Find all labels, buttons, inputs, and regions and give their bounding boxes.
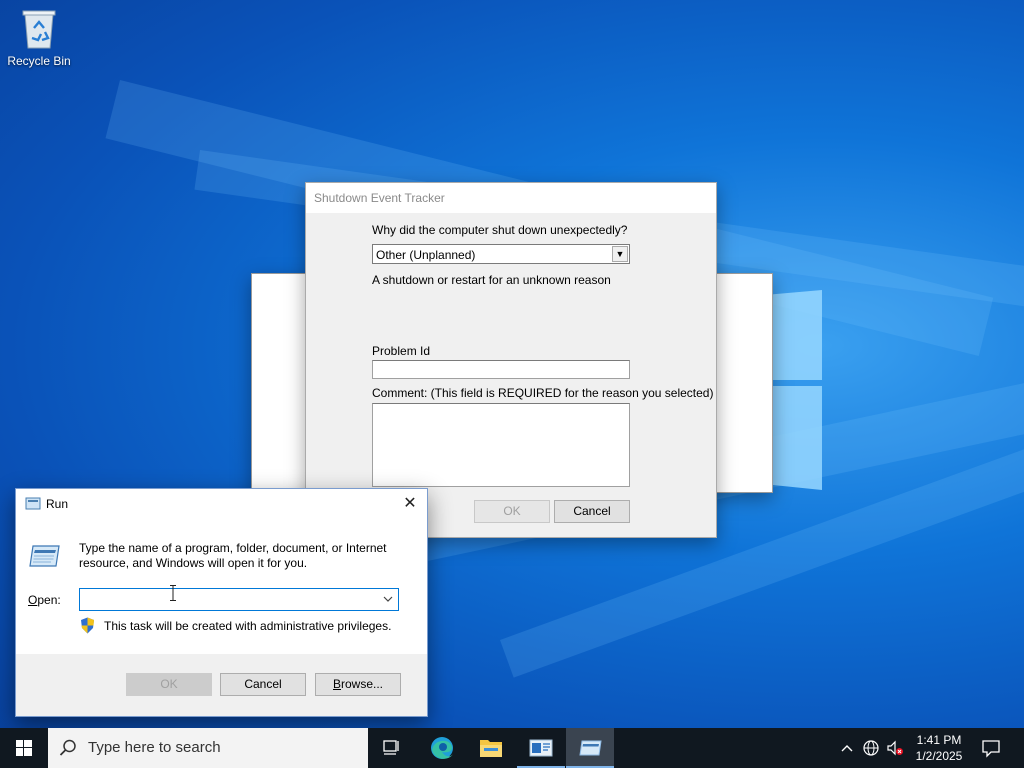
taskbar-clock[interactable]: 1:41 PM 1/2/2025 (908, 732, 970, 764)
run-taskbar-button[interactable] (566, 728, 614, 768)
file-explorer-icon (480, 740, 502, 757)
chevron-up-icon[interactable] (837, 738, 857, 758)
windows-start-icon (16, 740, 32, 756)
reason-description: A shutdown or restart for an unknown rea… (372, 273, 611, 287)
run-footer: OK Cancel Browse... (16, 654, 427, 716)
shutdown-tracker-title: Shutdown Event Tracker (314, 191, 445, 205)
shutdown-ok-button[interactable]: OK (474, 500, 550, 523)
comment-label: Comment: (This field is REQUIRED for the… (372, 386, 714, 400)
browse-label-rest: rowse... (341, 677, 384, 691)
recycle-bin-icon (21, 8, 57, 50)
text-cursor-icon (170, 585, 176, 601)
problem-id-label: Problem Id (372, 344, 431, 358)
run-program-icon (29, 543, 61, 569)
open-combobox[interactable] (79, 588, 399, 611)
open-label-rest: pen: (37, 593, 61, 607)
clock-time: 1:41 PM (916, 733, 962, 747)
open-label-mnemonic: O (28, 593, 38, 607)
clock-date: 1/2/2025 (915, 749, 963, 763)
chevron-down-icon[interactable] (382, 592, 394, 606)
task-view-button[interactable] (368, 728, 416, 768)
taskbar-search-box[interactable]: Type here to search (48, 728, 368, 768)
run-title: Run (46, 497, 69, 511)
notification-center-icon[interactable] (980, 737, 1002, 759)
run-instructions: Type the name of a program, folder, docu… (79, 541, 387, 570)
run-dialog[interactable]: Run ✕ Type the name of a program, folder… (15, 488, 428, 717)
task-view-icon (383, 740, 399, 755)
network-icon[interactable] (861, 738, 881, 758)
shutdown-tracker-titlebar[interactable]: Shutdown Event Tracker (306, 183, 716, 213)
run-ok-button[interactable]: OK (126, 673, 212, 696)
shutdown-question: Why did the computer shut down unexpecte… (372, 223, 628, 237)
run-app-icon (25, 497, 41, 510)
server-manager-button[interactable] (517, 728, 565, 768)
search-placeholder: Type here to search (88, 739, 221, 756)
close-icon[interactable]: ✕ (399, 493, 421, 515)
recycle-bin-label: Recycle Bin (7, 54, 71, 68)
comment-textarea[interactable] (372, 403, 630, 487)
shutdown-cancel-button[interactable]: Cancel (554, 500, 630, 523)
browse-button[interactable]: Browse... (315, 673, 401, 696)
problem-id-input[interactable] (372, 360, 630, 379)
reason-dropdown[interactable]: Other (Unplanned) ▼ (372, 244, 630, 264)
server-manager-icon (529, 739, 553, 757)
uac-shield-icon (80, 617, 95, 634)
taskbar: Type here to search 1:41 PM 1/2/2025 (0, 728, 1024, 768)
admin-privileges-note: This task will be created with administr… (104, 619, 392, 633)
browse-mnemonic: B (332, 677, 341, 691)
start-button[interactable] (0, 728, 48, 768)
run-titlebar[interactable]: Run ✕ (16, 489, 427, 519)
recycle-bin[interactable]: Recycle Bin (4, 8, 74, 68)
shutdown-event-tracker-dialog[interactable]: Shutdown Event Tracker Why did the compu… (305, 182, 717, 538)
volume-muted-icon[interactable] (885, 738, 905, 758)
run-icon (579, 740, 602, 756)
edge-icon (431, 737, 453, 759)
edge-button[interactable] (418, 728, 466, 768)
chevron-down-icon[interactable]: ▼ (612, 246, 628, 262)
file-explorer-button[interactable] (467, 728, 515, 768)
reason-selected-value: Other (Unplanned) (376, 248, 476, 262)
run-cancel-button[interactable]: Cancel (220, 673, 306, 696)
open-label: Open: (28, 593, 61, 607)
search-icon (58, 738, 78, 758)
